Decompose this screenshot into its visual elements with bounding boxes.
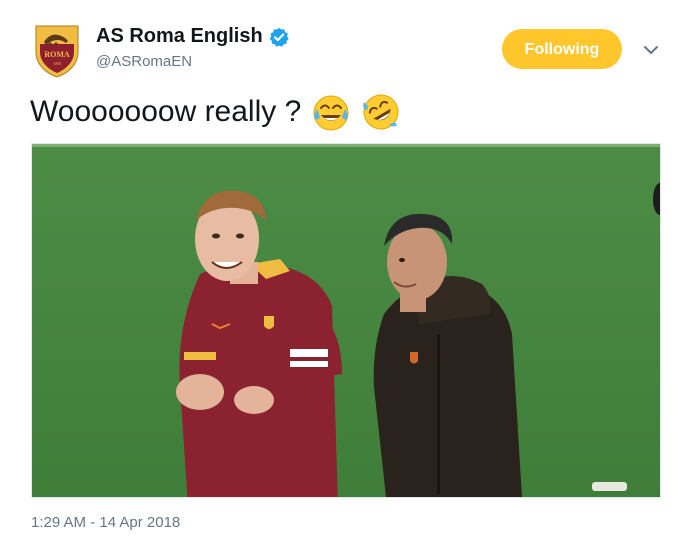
face-with-tears-of-joy-icon [311, 92, 351, 132]
tweet-text-row: Wooooooow really ? [30, 92, 401, 132]
as-roma-crest-icon[interactable]: ROMA ASR [32, 22, 82, 78]
following-button[interactable]: Following [502, 29, 622, 69]
tweet-media-video[interactable] [31, 143, 661, 498]
tweet-text: Wooooooow really ? [30, 95, 302, 128]
verified-badge-icon [269, 27, 289, 47]
tweet-card: ROMA ASR AS Roma English @ASRomaEN Follo… [0, 0, 696, 538]
svg-text:ASR: ASR [53, 61, 61, 66]
video-frame-image [32, 144, 660, 497]
tweet-timestamp[interactable]: 1:29 AM - 14 Apr 2018 [31, 514, 180, 531]
rolling-on-the-floor-laughing-icon [361, 92, 401, 132]
author-handle[interactable]: @ASRomaEN [96, 53, 192, 70]
author-name-row[interactable]: AS Roma English [96, 25, 289, 48]
author-name[interactable]: AS Roma English [96, 25, 263, 48]
svg-text:ROMA: ROMA [44, 50, 70, 59]
chevron-down-icon[interactable] [640, 40, 662, 60]
